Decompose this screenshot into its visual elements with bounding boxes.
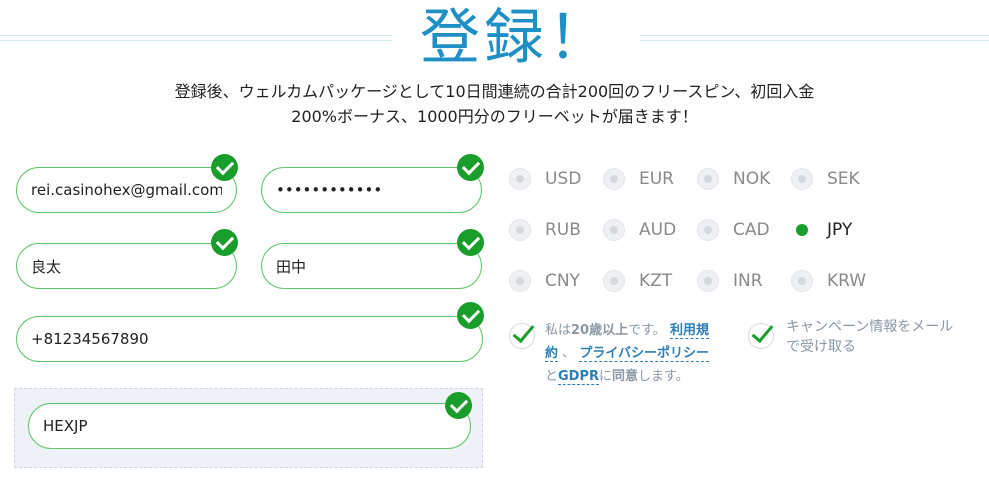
currency-label: INR — [733, 271, 763, 291]
radio-icon — [697, 219, 719, 241]
currency-label: RUB — [545, 220, 581, 240]
currency-option-cny[interactable]: CNY — [509, 270, 580, 292]
currency-label: KZT — [639, 271, 673, 291]
currency-label: NOK — [733, 169, 771, 189]
currency-option-krw[interactable]: KRW — [791, 270, 866, 292]
password-valid-check-icon — [457, 154, 484, 181]
terms-text-part: します。 — [638, 369, 689, 384]
email-field[interactable]: rei.casinohex@gmail.com — [16, 167, 237, 213]
header-divider-right — [640, 35, 989, 41]
radio-selected-icon — [791, 219, 813, 241]
radio-icon — [509, 270, 531, 292]
currency-option-jpy[interactable]: JPY — [791, 219, 852, 241]
terms-age: 20歳以上 — [571, 323, 629, 338]
first-name-field[interactable]: 良太 — [16, 243, 237, 289]
promo-code-value: HEXJP — [43, 417, 88, 435]
subtitle-line-1: 登録後、ウェルカムパッケージとして10日間連続の合計200回のフリースピン、初回… — [174, 82, 815, 101]
phone-field[interactable]: +81234567890 — [16, 316, 483, 362]
currency-label: USD — [545, 169, 582, 189]
currency-label: AUD — [639, 220, 677, 240]
radio-icon — [509, 168, 531, 190]
currency-option-usd[interactable]: USD — [509, 168, 581, 190]
currency-label: CNY — [545, 271, 580, 291]
phone-value: +81234567890 — [31, 330, 149, 348]
radio-icon — [509, 219, 531, 241]
phone-valid-check-icon — [457, 302, 484, 329]
header-divider-left — [0, 35, 392, 41]
page-title: 登録！ — [420, 3, 612, 73]
terms-separator: 、 — [562, 346, 576, 361]
password-value: •••••••••••• — [276, 181, 383, 199]
first-name-valid-check-icon — [211, 229, 238, 256]
currency-label: JPY — [827, 220, 853, 240]
radio-icon — [791, 270, 813, 292]
currency-label: CAD — [733, 220, 770, 240]
terms-agree: 同意 — [612, 369, 639, 384]
currency-label: EUR — [639, 169, 674, 189]
terms-text-part: と — [545, 369, 559, 384]
radio-icon — [603, 219, 625, 241]
terms-text-part: に — [599, 369, 613, 384]
currency-option-cad[interactable]: CAD — [697, 219, 770, 241]
email-value: rei.casinohex@gmail.com — [31, 181, 222, 199]
marketing-checkbox[interactable] — [748, 323, 774, 349]
last-name-field[interactable]: 田中 — [261, 243, 482, 289]
radio-icon — [603, 168, 625, 190]
promo-code-field[interactable]: HEXJP — [28, 403, 471, 449]
privacy-policy-link[interactable]: プライバシーポリシー — [579, 346, 710, 362]
currency-option-inr[interactable]: INR — [697, 270, 763, 292]
terms-text-part: 私は — [545, 323, 572, 338]
subtitle-line-2: 200%ボーナス、1000円分のフリーベットが届きます！ — [291, 107, 698, 126]
currency-option-eur[interactable]: EUR — [603, 168, 674, 190]
gdpr-link[interactable]: GDPR — [558, 369, 600, 385]
currency-label: SEK — [827, 169, 860, 189]
last-name-valid-check-icon — [457, 229, 484, 256]
currency-option-rub[interactable]: RUB — [509, 219, 581, 241]
currency-label: KRW — [827, 271, 867, 291]
radio-icon — [697, 270, 719, 292]
terms-checkbox[interactable] — [509, 323, 535, 349]
currency-option-sek[interactable]: SEK — [791, 168, 860, 190]
currency-option-kzt[interactable]: KZT — [603, 270, 672, 292]
radio-icon — [791, 168, 813, 190]
currency-option-nok[interactable]: NOK — [697, 168, 770, 190]
terms-of-use-link-cont[interactable]: 約 — [545, 346, 559, 362]
marketing-text-line: キャンペーン情報をメール — [786, 319, 954, 335]
promo-code-valid-check-icon — [445, 392, 472, 419]
terms-text-part: です。 — [628, 323, 666, 338]
first-name-value: 良太 — [31, 257, 62, 276]
radio-icon — [697, 168, 719, 190]
password-field[interactable]: •••••••••••• — [261, 167, 482, 213]
terms-of-use-link[interactable]: 利用規 — [669, 323, 709, 339]
marketing-text: キャンペーン情報をメール で受け取る — [786, 317, 986, 357]
terms-text: 私は20歳以上です。 利用規 約 、 プライバシーポリシー とGDPRに同意しま… — [545, 319, 740, 388]
marketing-text-line: で受け取る — [786, 339, 856, 355]
last-name-value: 田中 — [276, 257, 307, 276]
radio-icon — [603, 270, 625, 292]
email-valid-check-icon — [211, 154, 238, 181]
currency-option-aud[interactable]: AUD — [603, 219, 676, 241]
